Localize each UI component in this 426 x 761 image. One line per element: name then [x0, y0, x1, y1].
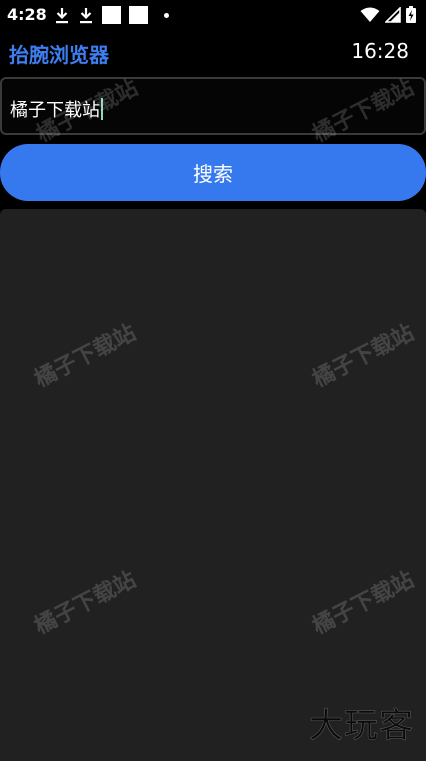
system-icons [360, 6, 416, 23]
white-square-icon [102, 6, 121, 24]
dot-icon [164, 12, 169, 18]
app-title: 抬腕浏览器 [9, 43, 109, 67]
download-icon [56, 7, 68, 23]
notification-icons [54, 6, 169, 24]
app-header: 抬腕浏览器 16:28 [0, 36, 426, 70]
status-time: 4:28 [7, 5, 47, 24]
download-icon [80, 7, 92, 23]
signal-icon [385, 6, 401, 23]
search-button[interactable]: 搜索 [0, 144, 426, 201]
status-bar: 4:28 [0, 0, 426, 30]
clock: 16:28 [351, 39, 409, 63]
wifi-icon [360, 7, 380, 22]
logo: 大玩客 [309, 706, 414, 747]
battery-charging-icon [406, 6, 416, 23]
results-panel [0, 209, 426, 761]
white-square-icon [129, 6, 148, 24]
